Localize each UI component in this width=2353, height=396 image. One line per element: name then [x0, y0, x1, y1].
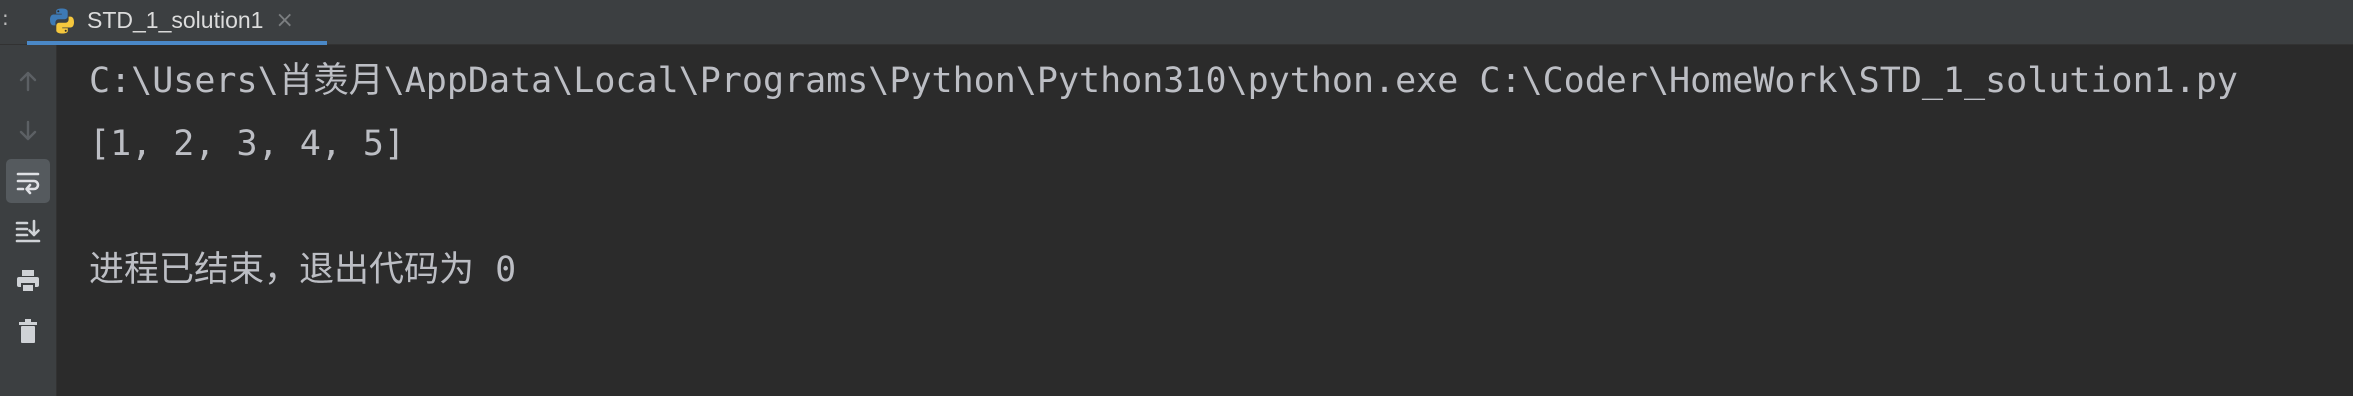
tab-bar: : STD_1_solution1 × — [0, 0, 2353, 45]
console-line-command: C:\Users\肖羡月\AppData\Local\Programs\Pyth… — [89, 61, 2238, 101]
console-line-exit-status: 进程已结束，退出代码为 0 — [89, 250, 517, 290]
close-icon[interactable]: × — [275, 9, 293, 32]
trash-button[interactable] — [6, 309, 50, 353]
console-toolbar — [0, 45, 57, 396]
scroll-to-end-button[interactable] — [6, 209, 50, 253]
console-line-output: [1, 2, 3, 4, 5] — [89, 124, 406, 164]
arrow-down-button[interactable] — [6, 109, 50, 153]
print-icon — [17, 270, 39, 293]
arrow-down-icon — [19, 120, 37, 141]
console-output[interactable]: C:\Users\肖羡月\AppData\Local\Programs\Pyth… — [58, 45, 2353, 396]
arrow-up-button[interactable] — [6, 59, 50, 103]
print-button[interactable] — [6, 259, 50, 303]
soft-wrap-icon — [16, 172, 40, 195]
tab-std-1-solution1[interactable]: STD_1_solution1 × — [27, 0, 327, 45]
python-icon — [47, 6, 77, 36]
tab-title: STD_1_solution1 — [87, 7, 264, 33]
scroll-to-end-icon — [15, 219, 41, 243]
tab-bar-edge-glyph: : — [2, 6, 9, 30]
soft-wrap-button[interactable] — [6, 159, 50, 203]
trash-icon — [19, 319, 37, 343]
arrow-up-icon — [19, 71, 37, 92]
